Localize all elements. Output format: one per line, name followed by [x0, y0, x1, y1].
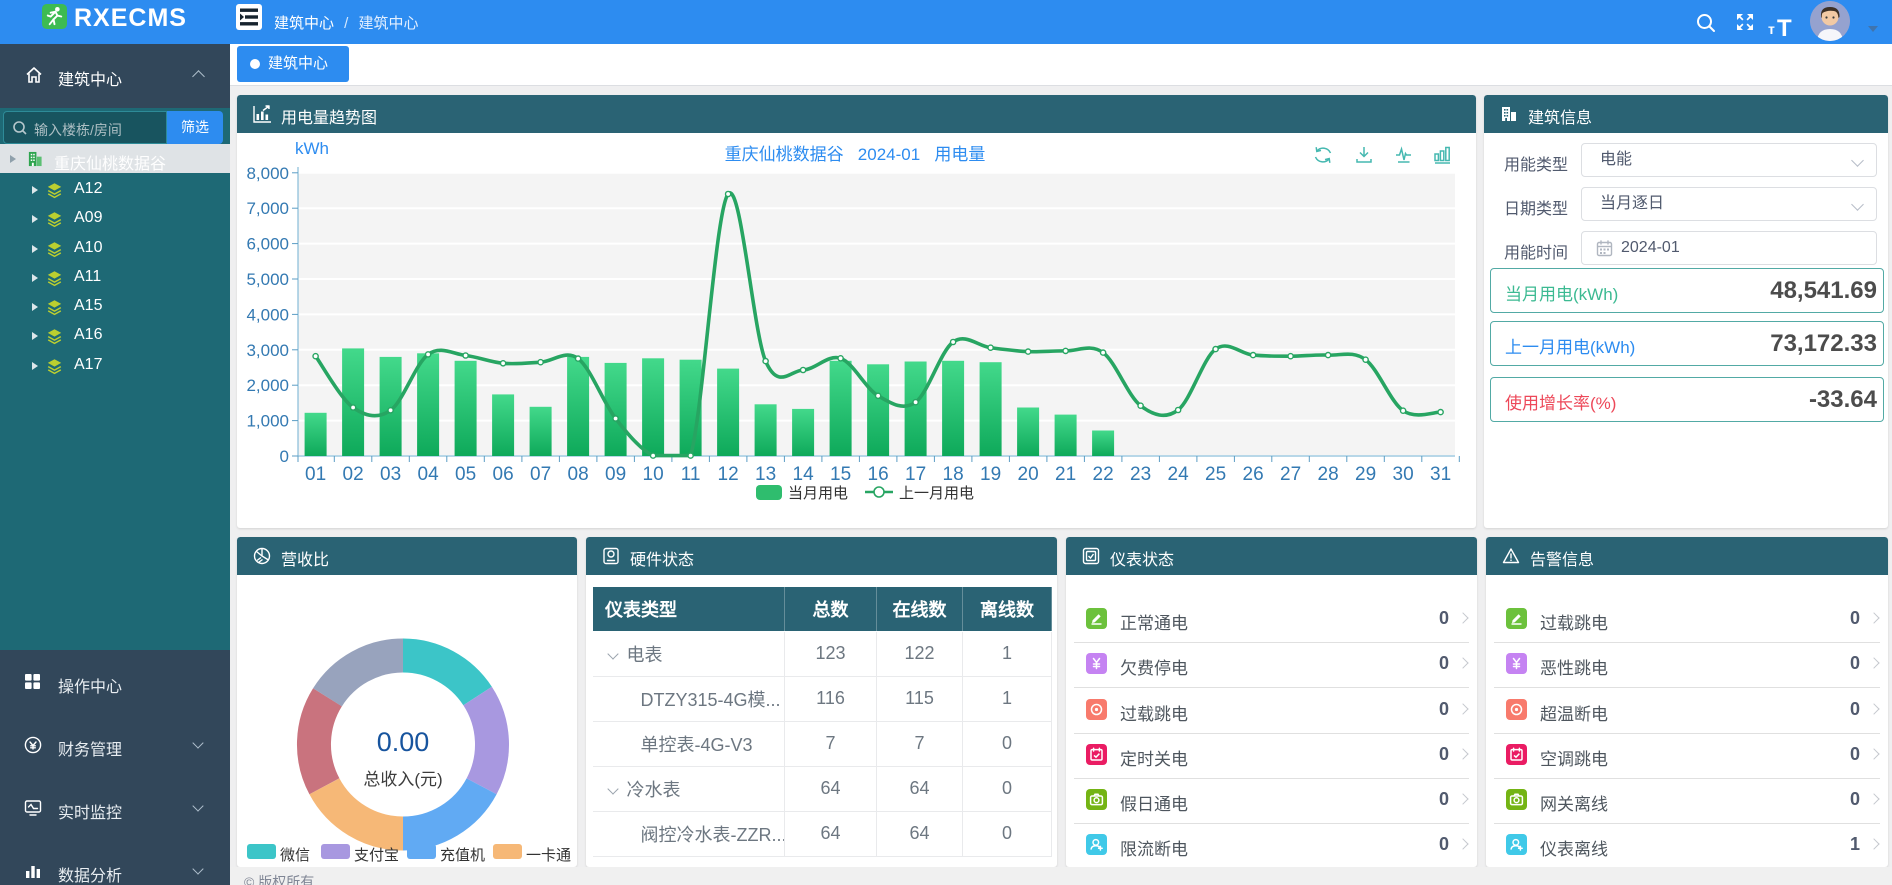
svg-text:7,000: 7,000: [246, 199, 289, 218]
svg-text:13: 13: [755, 464, 776, 485]
svg-text:08: 08: [568, 464, 589, 485]
svg-text:29: 29: [1355, 464, 1376, 485]
svg-text:01: 01: [305, 464, 326, 485]
svg-text:17: 17: [905, 464, 926, 485]
svg-text:30: 30: [1393, 464, 1414, 485]
svg-text:03: 03: [380, 464, 401, 485]
svg-text:24: 24: [1168, 464, 1190, 485]
svg-text:18: 18: [943, 464, 964, 485]
svg-text:5,000: 5,000: [246, 270, 289, 289]
svg-text:19: 19: [980, 464, 1001, 485]
svg-text:12: 12: [718, 464, 739, 485]
svg-text:27: 27: [1280, 464, 1301, 485]
svg-text:т: т: [1768, 21, 1775, 37]
svg-text:11: 11: [681, 464, 701, 485]
svg-text:上一月用电: 上一月用电: [899, 485, 974, 502]
svg-text:06: 06: [493, 464, 514, 485]
svg-text:1,000: 1,000: [246, 412, 289, 431]
svg-text:4,000: 4,000: [246, 305, 289, 324]
svg-text:05: 05: [455, 464, 476, 485]
svg-text:09: 09: [605, 464, 626, 485]
svg-text:31: 31: [1430, 464, 1451, 485]
svg-text:总收入(元): 总收入(元): [363, 770, 442, 789]
svg-text:6,000: 6,000: [246, 235, 289, 254]
svg-text:16: 16: [868, 464, 889, 485]
svg-text:07: 07: [530, 464, 551, 485]
svg-text:2,000: 2,000: [246, 376, 289, 395]
svg-text:0: 0: [280, 447, 289, 466]
svg-text:3,000: 3,000: [246, 341, 289, 360]
svg-text:04: 04: [418, 464, 440, 485]
svg-text:25: 25: [1205, 464, 1226, 485]
svg-text:02: 02: [343, 464, 364, 485]
svg-text:10: 10: [643, 464, 664, 485]
svg-text:14: 14: [793, 464, 815, 485]
svg-text:21: 21: [1055, 464, 1076, 485]
svg-text:当月用电: 当月用电: [788, 485, 848, 502]
svg-text:15: 15: [830, 464, 851, 485]
svg-text:8,000: 8,000: [246, 164, 289, 183]
svg-text:T: T: [1777, 15, 1792, 42]
svg-text:28: 28: [1318, 464, 1339, 485]
svg-text:kWh: kWh: [295, 139, 329, 158]
svg-text:0.00: 0.00: [377, 727, 430, 757]
svg-text:26: 26: [1243, 464, 1264, 485]
svg-text:20: 20: [1018, 464, 1039, 485]
svg-text:23: 23: [1130, 464, 1151, 485]
svg-text:22: 22: [1093, 464, 1114, 485]
svg-text:重庆仙桃数据谷 2024-01 用电量: 重庆仙桃数据谷 2024-01 用电量: [725, 145, 986, 164]
